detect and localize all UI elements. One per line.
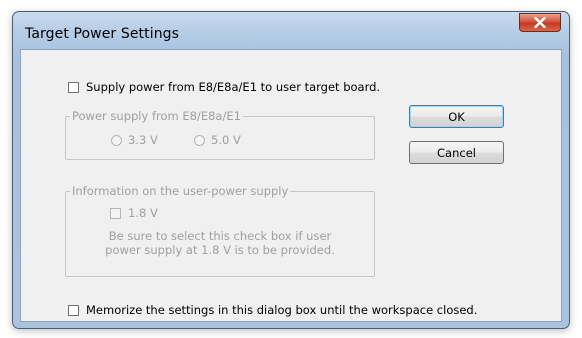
radio-3-3v[interactable]: 3.3 V [111, 133, 158, 147]
ok-button[interactable]: OK [409, 105, 504, 128]
user-power-note-line1: Be sure to select this check box if user [108, 229, 332, 243]
dialog-client-area: Supply power from E8/E8a/E1 to user targ… [20, 49, 562, 322]
radio-3-3v-button[interactable] [111, 134, 122, 146]
supply-power-label: Supply power from E8/E8a/E1 to user targ… [86, 80, 381, 94]
radio-5-0v-button[interactable] [194, 134, 205, 146]
memorize-option[interactable]: Memorize the settings in this dialog box… [68, 303, 477, 317]
supply-power-option[interactable]: Supply power from E8/E8a/E1 to user targ… [68, 80, 380, 94]
cancel-button[interactable]: Cancel [409, 141, 504, 164]
close-icon [534, 17, 546, 28]
dialog-title: Target Power Settings [25, 26, 180, 42]
radio-3-3v-label: 3.3 V [128, 133, 158, 147]
user-power-info-caption: Information on the user-power supply [70, 184, 291, 198]
close-button[interactable] [519, 13, 561, 32]
target-power-settings-dialog: Target Power Settings Supply power from … [12, 11, 570, 329]
one-point-eight-label: 1.8 V [128, 206, 158, 220]
supply-power-checkbox[interactable] [68, 81, 79, 93]
user-power-note-line2: power supply at 1.8 V is to be provided. [105, 243, 335, 257]
radio-5-0v-label: 5.0 V [211, 133, 241, 147]
one-point-eight-option[interactable]: 1.8 V [110, 206, 158, 220]
memorize-checkbox[interactable] [68, 304, 79, 316]
radio-5-0v[interactable]: 5.0 V [194, 133, 241, 147]
power-supply-group: Power supply from E8/E8a/E1 3.3 V 5.0 V [65, 109, 375, 160]
memorize-label: Memorize the settings in this dialog box… [86, 303, 478, 317]
user-power-info-group: Information on the user-power supply 1.8… [65, 184, 375, 277]
one-point-eight-checkbox[interactable] [110, 207, 121, 219]
user-power-note: Be sure to select this check box if user… [100, 229, 340, 257]
power-supply-group-caption: Power supply from E8/E8a/E1 [70, 109, 243, 123]
